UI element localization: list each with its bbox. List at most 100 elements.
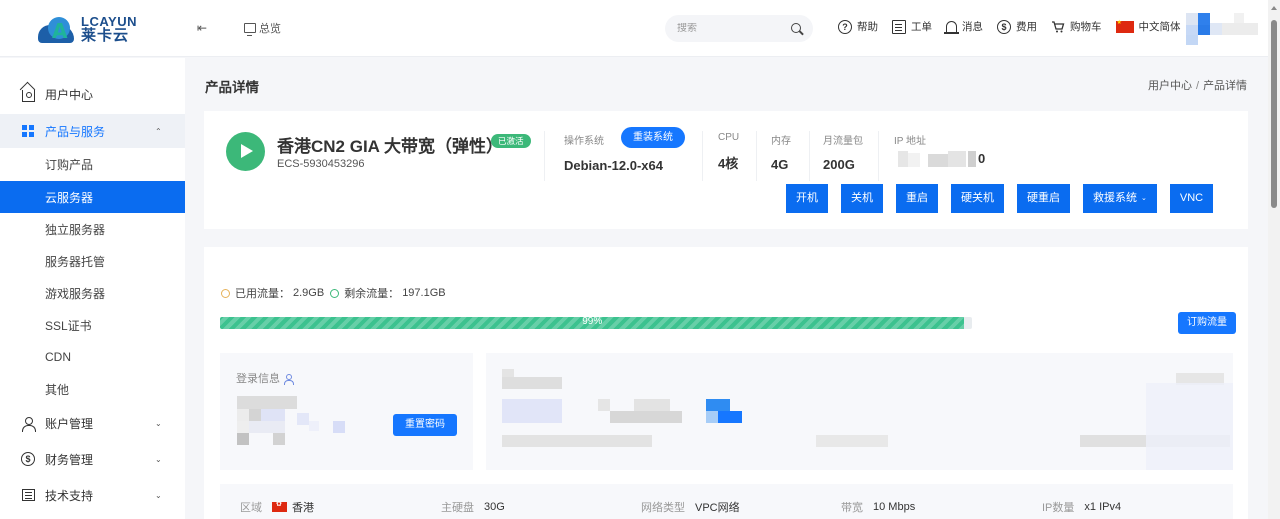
breadcrumb: 用户中心 / 产品详情 xyxy=(1148,77,1247,93)
sidebar-subitem-dedicated-servers[interactable]: 独立服务器 xyxy=(0,213,185,245)
remaining-traffic-value: 197.1GB xyxy=(402,287,446,299)
header-nav: ? 帮助 工单 消息 $ 费用 购物车 中文简体 xyxy=(838,19,1181,34)
chevron-down-icon: ⌄ xyxy=(155,418,162,428)
sidebar-item-user-center[interactable]: 用户中心 xyxy=(0,78,185,110)
chevron-down-icon: ⌄ xyxy=(155,490,162,500)
buy-traffic-button[interactable]: 订购流量 xyxy=(1178,312,1236,334)
spec-bandwidth: 带宽 10 Mbps xyxy=(841,499,915,515)
overview-link[interactable]: 总览 xyxy=(244,20,281,36)
button-label: 硬重启 xyxy=(1027,192,1060,204)
button-label: 关机 xyxy=(851,192,873,204)
button-label: VNC xyxy=(1179,192,1204,204)
home-icon xyxy=(21,90,35,102)
breadcrumb-current: 产品详情 xyxy=(1203,80,1248,92)
top-header: A LCAYUN 莱卡云 ⇤ 总览 ? 帮助 工单 消息 $ 费用 xyxy=(0,0,1268,57)
ticket-link[interactable]: 工单 xyxy=(892,19,932,34)
help-icon: ? xyxy=(838,19,852,34)
traffic-legend: 已用流量： 2.9GB 剩余流量： 197.1GB xyxy=(221,285,446,301)
sidebar-subitem-order-products[interactable]: 订购产品 xyxy=(0,148,185,180)
ticket-icon xyxy=(892,19,906,34)
login-info-title-text: 登录信息 xyxy=(236,373,280,385)
remaining-traffic-label: 剩余流量： xyxy=(344,288,400,300)
used-traffic-value: 2.9GB xyxy=(293,287,325,299)
product-summary-card: 香港CN2 GIA 大带宽（弹性） 已激活 ECS-5930453296 操作系… xyxy=(204,111,1248,229)
logo[interactable]: A LCAYUN 莱卡云 xyxy=(38,14,150,44)
sidebar-item-label: 用户中心 xyxy=(45,87,94,102)
sidebar-item-finance[interactable]: $ 财务管理 ⌄ xyxy=(0,443,185,475)
help-label: 帮助 xyxy=(857,21,878,33)
grid-icon xyxy=(22,125,34,137)
scroll-up-arrow-icon[interactable] xyxy=(1271,6,1277,10)
chevron-down-icon: ⌄ xyxy=(1141,195,1147,202)
os-value: Debian-12.0-x64 xyxy=(564,158,663,173)
sidebar-subitem-label: 云服务器 xyxy=(45,190,94,205)
divider xyxy=(756,131,757,181)
sidebar-subitem-other[interactable]: 其他 xyxy=(0,373,185,405)
traffic-progress-text: 99% xyxy=(582,317,603,327)
cpu-spec: CPU 4核 xyxy=(718,132,739,172)
memory-value: 4G xyxy=(771,157,789,172)
server-actions: 开机 关机 重启 硬关机 硬重启 救援系统 ⌄ VNC xyxy=(786,184,1214,213)
spec-value: VPC网络 xyxy=(695,502,740,514)
traffic-package-spec: 月流量包 200G xyxy=(823,132,863,172)
overview-label: 总览 xyxy=(259,23,281,35)
cart-icon xyxy=(1051,20,1065,34)
dollar-icon: $ xyxy=(21,452,35,466)
reinstall-system-button[interactable]: 重装系统 xyxy=(621,127,685,148)
power-on-button[interactable]: 开机 xyxy=(786,184,828,213)
spec-key: 网络类型 xyxy=(641,502,685,514)
divider xyxy=(544,131,545,181)
sidebar-item-label: 财务管理 xyxy=(45,452,94,467)
spec-key: 区域 xyxy=(240,502,262,514)
restart-button[interactable]: 重启 xyxy=(896,184,938,213)
sidebar-item-products-services[interactable]: 产品与服务 ⌃ xyxy=(0,114,185,148)
messages-label: 消息 xyxy=(962,21,983,33)
sidebar-subitem-ssl[interactable]: SSL证书 xyxy=(0,309,185,341)
ip-address-redacted xyxy=(898,151,978,167)
reset-password-button[interactable]: 重置密码 xyxy=(393,414,457,436)
rescue-system-dropdown[interactable]: 救援系统 ⌄ xyxy=(1083,184,1157,213)
running-status-icon xyxy=(226,132,265,171)
language-switch[interactable]: 中文简体 xyxy=(1115,19,1181,34)
help-link[interactable]: ? 帮助 xyxy=(838,19,878,34)
vnc-button[interactable]: VNC xyxy=(1169,184,1214,213)
user-avatar[interactable] xyxy=(1186,13,1258,46)
logo-text-cn: 莱卡云 xyxy=(81,27,130,44)
button-label: 开机 xyxy=(796,192,818,204)
sidebar-subitem-cloud-servers[interactable]: 云服务器 xyxy=(0,181,185,213)
ip-spec: IP 地址 xyxy=(894,132,926,147)
cart-link[interactable]: 购物车 xyxy=(1051,19,1102,34)
hard-shutdown-button[interactable]: 硬关机 xyxy=(951,184,1004,213)
spec-ip-count: IP数量 x1 IPv4 xyxy=(1042,499,1121,515)
china-flag-icon xyxy=(1115,19,1134,33)
cpu-value: 4核 xyxy=(718,156,739,171)
product-detail-card: 已用流量： 2.9GB 剩余流量： 197.1GB 99% 订购流量 登录信息 xyxy=(204,247,1248,519)
messages-link[interactable]: 消息 xyxy=(944,19,983,34)
sidebar-item-account[interactable]: 账户管理 ⌄ xyxy=(0,407,185,439)
sidebar-subitem-game-servers[interactable]: 游戏服务器 xyxy=(0,277,185,309)
sidebar-subitem-cdn[interactable]: CDN xyxy=(0,341,185,373)
page-scrollbar[interactable] xyxy=(1268,0,1280,519)
sidebar-item-support[interactable]: 技术支持 ⌄ xyxy=(0,479,185,511)
menu-toggle-icon[interactable]: ⇤ xyxy=(197,21,209,35)
scrollbar-thumb[interactable] xyxy=(1271,20,1277,208)
spec-value: x1 IPv4 xyxy=(1084,501,1122,513)
traffic-package-value: 200G xyxy=(823,157,855,172)
search-box xyxy=(665,15,813,42)
billing-link[interactable]: $ 费用 xyxy=(997,19,1037,34)
breadcrumb-user-center[interactable]: 用户中心 xyxy=(1148,80,1192,92)
spec-region: 区域 香港 xyxy=(240,499,314,515)
sidebar-item-label: 账户管理 xyxy=(45,416,94,431)
search-icon[interactable] xyxy=(791,22,803,35)
search-input[interactable] xyxy=(677,23,777,34)
used-traffic-dot-icon xyxy=(221,288,230,298)
hard-restart-button[interactable]: 硬重启 xyxy=(1017,184,1070,213)
cart-label: 购物车 xyxy=(1070,21,1102,33)
ip-label: IP 地址 xyxy=(894,136,927,147)
sidebar-subitem-label: SSL证书 xyxy=(45,318,92,333)
sidebar-subitem-colocation[interactable]: 服务器托管 xyxy=(0,245,185,277)
connection-info-panel-redacted xyxy=(486,353,1233,470)
sidebar-item-label: 技术支持 xyxy=(45,488,94,503)
bell-icon xyxy=(944,20,959,34)
shutdown-button[interactable]: 关机 xyxy=(841,184,883,213)
